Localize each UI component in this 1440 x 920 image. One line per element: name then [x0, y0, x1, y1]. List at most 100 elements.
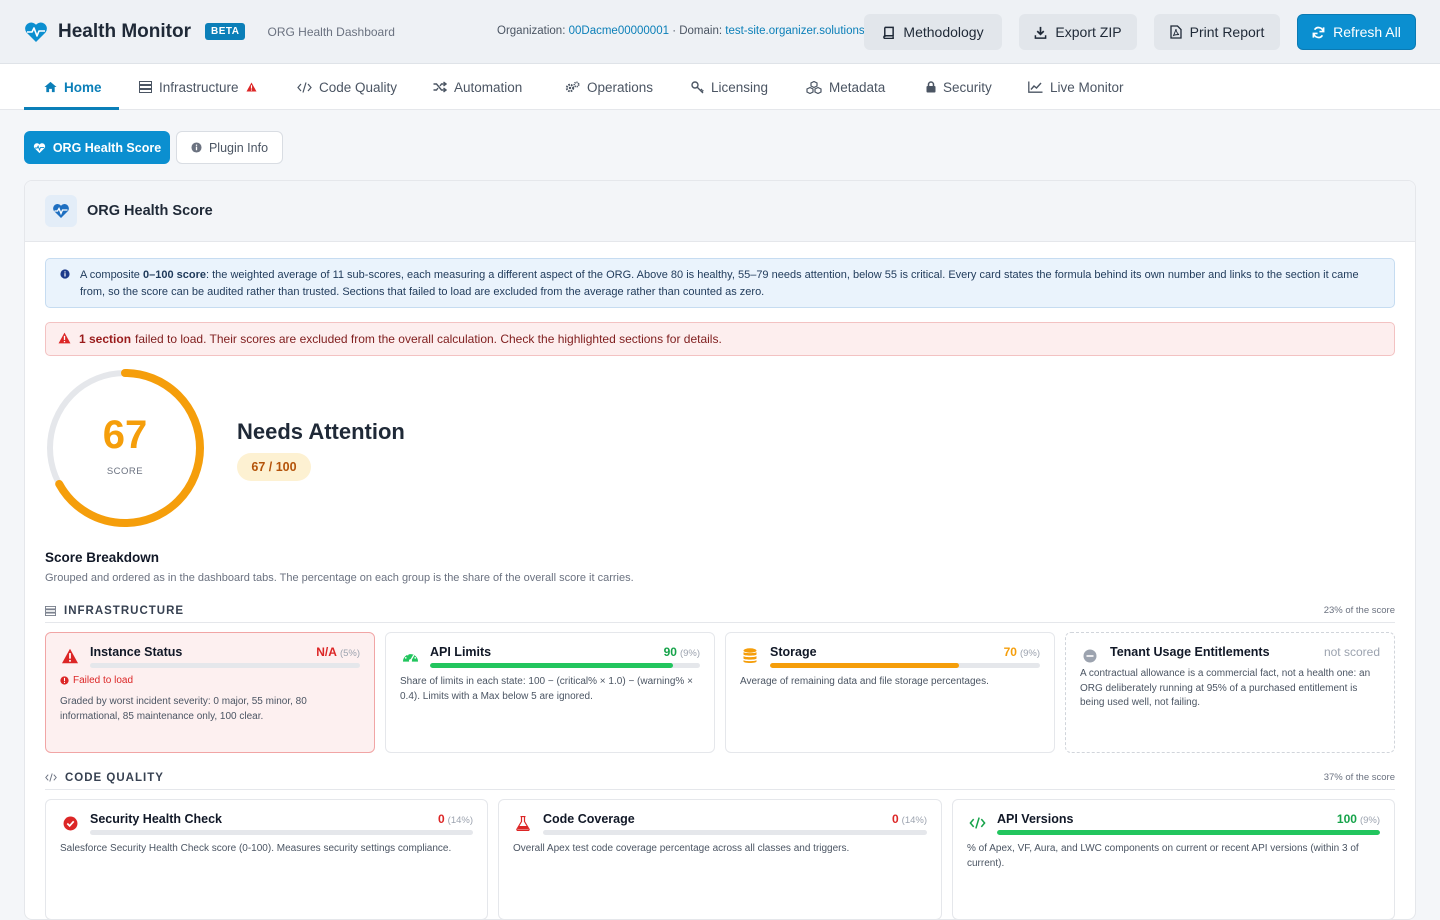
panel-title: ORG Health Score — [87, 203, 213, 219]
beta-badge: BETA — [205, 23, 246, 40]
card-description: Overall Apex test code coverage percenta… — [513, 843, 850, 854]
card-title: Code Coverage — [543, 812, 635, 826]
tab-home-label: Home — [64, 79, 102, 95]
code-icon — [967, 814, 987, 832]
score-pill: 67 / 100 — [237, 453, 311, 481]
card-score: 70 (9%) — [1004, 645, 1040, 659]
pdf-file-icon — [1169, 25, 1182, 39]
heart-pulse-icon — [24, 20, 48, 44]
gauge-icon — [400, 647, 420, 665]
breakdown-subtitle: Grouped and ordered as in the dashboard … — [45, 572, 634, 584]
tab-metadata[interactable]: Metadata — [806, 64, 885, 110]
main-nav: Home Infrastructure Code Quality Automat… — [0, 64, 1440, 110]
tab-operations[interactable]: Operations — [565, 64, 653, 110]
app-title: Health Monitor — [58, 20, 191, 42]
card-title: Instance Status — [90, 645, 183, 659]
group-code-quality-share: 37% of the score — [1323, 772, 1395, 783]
tab-home[interactable]: Home — [44, 64, 102, 110]
card-description: Average of remaining data and file stora… — [740, 676, 989, 687]
score-bar-fill — [430, 663, 673, 668]
tab-live-monitor-label: Live Monitor — [1050, 79, 1124, 95]
refresh-all-button[interactable]: Refresh All — [1297, 14, 1416, 50]
score-bar — [430, 663, 700, 668]
card-api-versions[interactable]: API Versions 100 (9%) % of Apex, VF, Aura… — [952, 799, 1395, 919]
code-icon — [297, 81, 312, 93]
heart-pulse-icon — [33, 142, 45, 153]
score-bar-fill — [770, 663, 959, 668]
score-gauge: 67 SCORE — [45, 368, 205, 528]
shield-check-icon — [60, 814, 80, 832]
methodology-button[interactable]: Methodology — [864, 14, 1002, 50]
card-api-limits[interactable]: API Limits 90 (9%) Share of limits in eac… — [385, 632, 715, 753]
health-score-panel: ORG Health Score A composite 0–100 score… — [24, 180, 1416, 920]
score-bar-fill — [997, 830, 1380, 835]
card-tenant-usage[interactable]: Tenant Usage Entitlements not scored A c… — [1065, 632, 1395, 753]
code-icon — [45, 773, 57, 782]
tab-operations-label: Operations — [587, 79, 654, 95]
key-icon — [691, 80, 704, 93]
score-label: SCORE — [106, 466, 144, 477]
warning-icon — [246, 82, 257, 92]
tab-licensing-label: Licensing — [711, 79, 769, 95]
org-id-link[interactable]: 00Dacme00000001 — [569, 25, 669, 37]
heart-pulse-icon — [45, 195, 77, 227]
tab-security[interactable]: Security — [926, 64, 992, 110]
warning-icon — [60, 647, 80, 665]
refresh-all-label: Refresh All — [1333, 24, 1401, 40]
cubes-icon — [806, 80, 822, 94]
card-score: 90 (9%) — [664, 645, 700, 659]
domain-link[interactable]: test-site.organizer.solutions — [725, 25, 864, 37]
domain-label: · Domain: — [672, 25, 723, 37]
score-weight: (5%) — [339, 648, 360, 659]
load-error-alert: 1 section failed to load. Their scores a… — [45, 322, 1395, 356]
info-bold: 0–100 score — [142, 269, 206, 281]
score-value: N/A — [316, 645, 337, 659]
score-value: 67 — [102, 413, 148, 457]
subtab-org-health-score[interactable]: ORG Health Score — [24, 131, 170, 164]
server-icon — [45, 605, 56, 616]
card-error: Failed to load — [60, 675, 133, 686]
gears-icon — [565, 80, 580, 92]
app-subtitle: ORG Health Dashboard — [267, 24, 395, 39]
flask-icon — [513, 814, 533, 832]
minus-circle-icon — [1080, 647, 1100, 665]
group-infrastructure-share: 23% of the score — [1323, 605, 1395, 616]
tab-automation[interactable]: Automation — [433, 64, 522, 110]
card-security-health-check[interactable]: Security Health Check 0 (14%) Salesforce … — [45, 799, 488, 919]
score-info-callout: A composite 0–100 score: the weighted av… — [45, 258, 1395, 308]
card-score: not scored — [1323, 645, 1380, 659]
card-score: 0 (14%) — [892, 812, 927, 826]
error-text: failed to load. Their scores are exclude… — [135, 332, 722, 346]
card-instance-status[interactable]: Instance Status N/A (5%) Failed to load G… — [45, 632, 375, 753]
subtab-plugin-info-label: Plugin Info — [208, 140, 269, 155]
card-storage[interactable]: Storage 70 (9%) Average of remaining data… — [725, 632, 1055, 753]
card-title: API Versions — [997, 812, 1074, 826]
print-report-button[interactable]: Print Report — [1154, 14, 1280, 50]
brand: Health Monitor BETA ORG Health Dashboard — [24, 20, 395, 44]
tab-licensing[interactable]: Licensing — [691, 64, 768, 110]
group-infrastructure-header: INFRASTRUCTURE 23% of the score — [45, 599, 1395, 623]
card-description: % of Apex, VF, Aura, and LWC components … — [967, 843, 1359, 869]
tab-code-quality[interactable]: Code Quality — [297, 64, 397, 110]
subtab-plugin-info[interactable]: Plugin Info — [176, 131, 283, 164]
card-description: A contractual allowance is a commercial … — [1080, 668, 1371, 708]
card-title: API Limits — [430, 645, 492, 659]
score-value: 100 — [1336, 812, 1357, 826]
line-chart-icon — [1028, 81, 1043, 93]
tab-live-monitor[interactable]: Live Monitor — [1028, 64, 1124, 110]
refresh-icon — [1312, 26, 1325, 38]
export-zip-button[interactable]: Export ZIP — [1019, 14, 1137, 50]
shuffle-icon — [433, 81, 447, 93]
tab-infrastructure[interactable]: Infrastructure — [139, 64, 257, 110]
breakdown-title: Score Breakdown — [45, 550, 160, 565]
card-code-coverage[interactable]: Code Coverage 0 (14%) Overall Apex test c… — [498, 799, 942, 919]
card-score: 100 (9%) — [1337, 812, 1380, 826]
score-weight: (9%) — [679, 648, 700, 659]
warning-icon — [58, 332, 71, 344]
card-score: N/A (5%) — [316, 645, 360, 659]
tab-infrastructure-label: Infrastructure — [159, 79, 239, 95]
subtab-org-health-label: ORG Health Score — [52, 140, 162, 155]
health-status: Needs Attention — [237, 419, 405, 444]
methodology-label: Methodology — [903, 24, 984, 40]
card-title: Security Health Check — [90, 812, 222, 826]
